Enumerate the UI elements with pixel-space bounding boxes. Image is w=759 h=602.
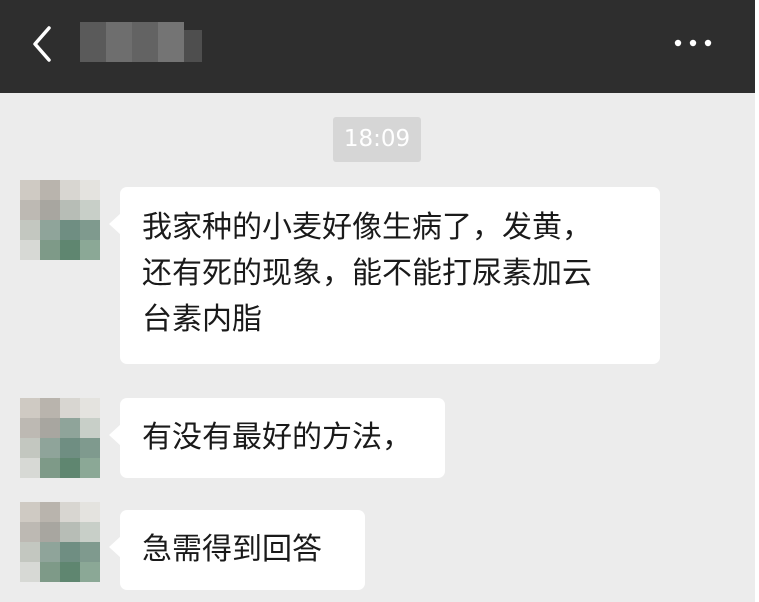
contact-avatar[interactable] xyxy=(20,180,100,260)
more-options-button[interactable] xyxy=(668,25,718,61)
message-bubble[interactable]: 我家种的小麦好像生病了，发黄， 还有死的现象，能不能打尿素加云 台素内脂 xyxy=(109,187,660,364)
message-text-line: 还有死的现象，能不能打尿素加云 xyxy=(142,256,592,291)
screen-edge xyxy=(755,0,759,602)
message-text-line: 台素内脂 xyxy=(142,302,262,337)
message-text-line: 我家种的小麦好像生病了，发黄， xyxy=(142,210,592,245)
chevron-left-icon xyxy=(33,26,51,62)
message-bubble[interactable]: 急需得到回答 xyxy=(109,510,365,590)
contact-avatar[interactable] xyxy=(20,398,100,478)
back-button[interactable] xyxy=(22,22,62,66)
top-navigation-bar xyxy=(0,0,755,93)
chat-timestamp: 18:09 xyxy=(333,117,421,162)
message-text-line: 急需得到回答 xyxy=(142,532,322,567)
more-horizontal-icon xyxy=(674,39,712,47)
message-text-line: 有没有最好的方法， xyxy=(142,420,412,455)
message-bubble[interactable]: 有没有最好的方法， xyxy=(109,398,445,478)
contact-avatar[interactable] xyxy=(20,502,100,582)
contact-name-blurred xyxy=(80,22,210,62)
